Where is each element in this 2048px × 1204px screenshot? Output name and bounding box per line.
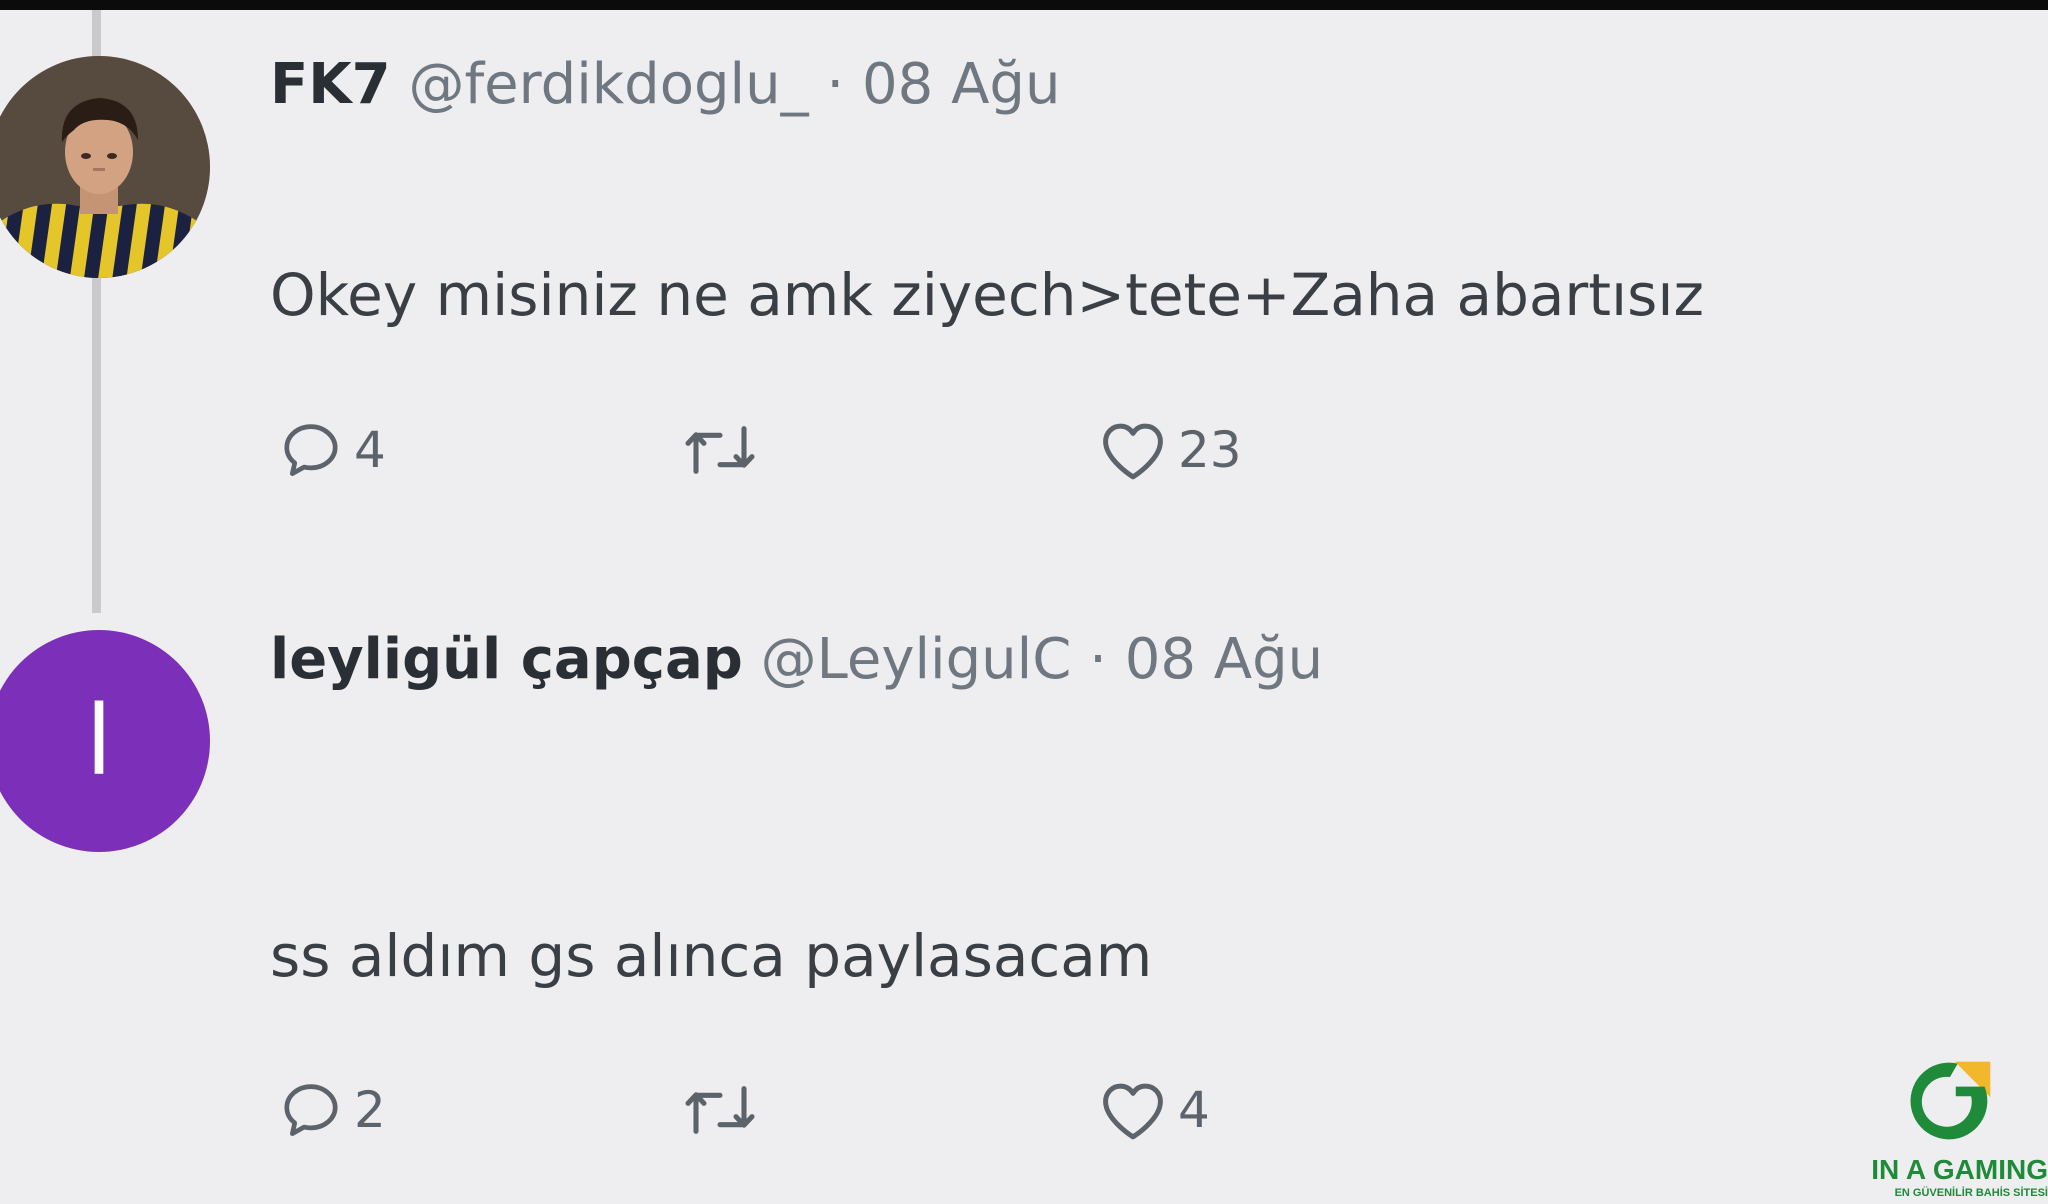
avatar[interactable]: l <box>0 630 210 852</box>
reply-count: 2 <box>354 1081 386 1139</box>
tweet-date[interactable]: 08 Ağu <box>1125 627 1323 692</box>
tweet-header: leyligül çapçap @LeyligulC · 08 Ağu <box>270 625 1323 695</box>
user-handle[interactable]: @LeyligulC <box>761 627 1072 692</box>
heart-icon <box>1103 1083 1163 1140</box>
reply-button[interactable]: 2 <box>278 1070 386 1150</box>
avatar-letter: l <box>85 685 113 797</box>
separator-dot: · <box>1089 627 1107 692</box>
reply-button[interactable]: 4 <box>278 410 386 490</box>
tweet[interactable]: l leyligül çapçap @LeyligulC · 08 Ağu ss… <box>0 600 2048 1204</box>
watermark-title: IN A GAMING <box>1871 1154 2048 1185</box>
tweet-date[interactable]: 08 Ağu <box>862 52 1060 117</box>
heart-icon <box>1103 423 1163 480</box>
reply-count: 4 <box>354 421 386 479</box>
watermark-logo: IN A GAMING EN GÜVENİLİR BAHİS SİTESİ <box>1852 1054 2048 1204</box>
display-name[interactable]: leyligül çapçap <box>270 627 743 692</box>
retweet-icon <box>685 426 755 474</box>
like-button[interactable]: 4 <box>1098 1070 1210 1150</box>
display-name[interactable]: FK7 <box>270 52 391 117</box>
tweet-text: ss aldım gs alınca paylasacam <box>270 922 1153 990</box>
like-count: 23 <box>1178 421 1242 479</box>
tweet-header: FK7 @ferdikdoglu_ · 08 Ağu <box>270 50 1060 120</box>
reply-icon <box>284 424 338 476</box>
like-count: 4 <box>1178 1081 1210 1139</box>
player-avatar-image <box>0 56 210 278</box>
logo-g-mark <box>1910 1061 1991 1140</box>
like-button[interactable]: 23 <box>1098 410 1242 490</box>
retweet-button[interactable] <box>680 1070 760 1150</box>
separator-dot: · <box>826 52 845 117</box>
avatar[interactable] <box>0 56 210 278</box>
tweet-actions: 2 4 <box>0 1070 1400 1150</box>
retweet-button[interactable] <box>680 410 760 490</box>
watermark-subtitle: EN GÜVENİLİR BAHİS SİTESİ <box>1894 1187 2048 1199</box>
tweet[interactable]: FK7 @ferdikdoglu_ · 08 Ağu Okey misiniz … <box>0 0 2048 600</box>
reply-icon <box>284 1084 338 1136</box>
user-handle[interactable]: @ferdikdoglu_ <box>408 52 808 117</box>
tweet-text: Okey misiniz ne amk ziyech>tete+Zaha aba… <box>270 261 1704 329</box>
retweet-icon <box>685 1086 755 1134</box>
tweet-actions: 4 23 <box>0 410 1400 490</box>
